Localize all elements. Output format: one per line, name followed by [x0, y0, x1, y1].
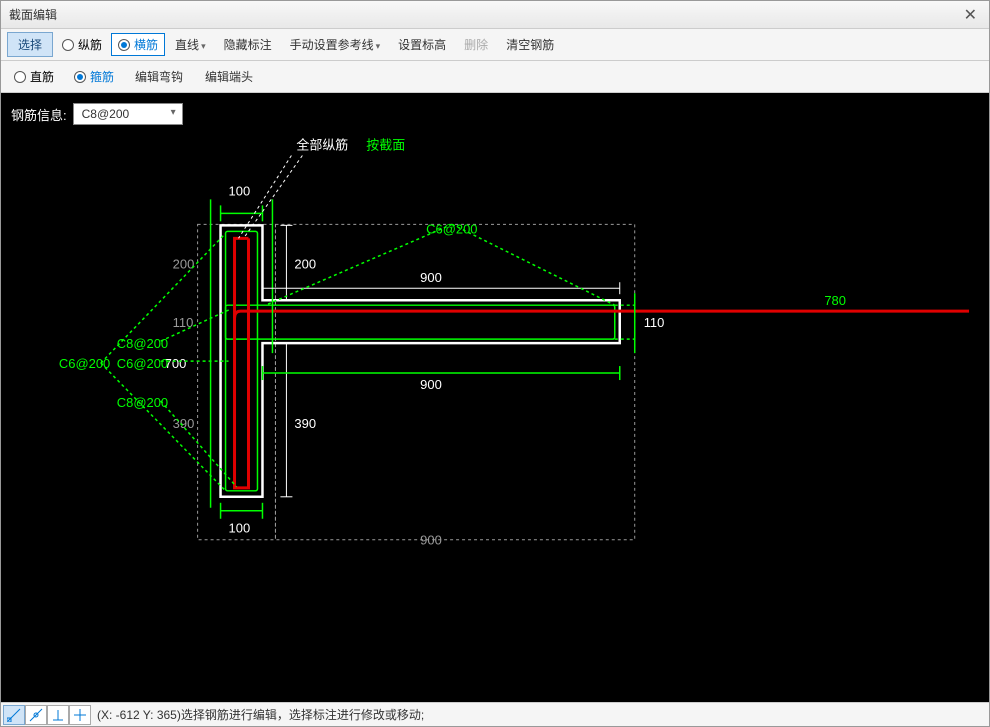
snap-intersection-button[interactable] — [69, 705, 91, 725]
dim-200-grey: 200 — [173, 256, 195, 271]
snap-endpoint-button[interactable] — [3, 705, 25, 725]
rebar-info-bar: 钢筋信息: C8@200 — [11, 103, 183, 125]
code-c8-a: C8@200 — [117, 336, 168, 351]
legend-all: 全部纵筋 — [296, 138, 348, 153]
radio-icon — [14, 71, 26, 83]
dim-top-100: 100 — [229, 183, 251, 198]
radio-icon — [74, 71, 86, 83]
radio-stirrup-label: 箍筋 — [90, 68, 114, 85]
code-c6-top: C6@200 — [426, 221, 477, 236]
toolbar-secondary: 直筋 箍筋 编辑弯钩 编辑端头 — [1, 61, 989, 93]
line-label: 直线 — [175, 38, 199, 52]
toolbar-primary: 选择 纵筋 横筋 直线▾ 隐藏标注 手动设置参考线▾ 设置标高 删除 清空钢筋 — [1, 29, 989, 61]
dim-110-white: 110 — [644, 315, 665, 330]
radio-straight[interactable]: 直筋 — [7, 65, 61, 88]
clear-rebar-button[interactable]: 清空钢筋 — [498, 33, 562, 56]
dim-390-white: 390 — [294, 416, 316, 431]
snap-midpoint-button[interactable] — [25, 705, 47, 725]
status-text: (X: -612 Y: 365)选择钢筋进行编辑，选择标注进行修改或移动; — [97, 706, 424, 723]
radio-longitudinal-label: 纵筋 — [78, 36, 102, 53]
close-button[interactable]: ✕ — [960, 5, 981, 25]
drawing-svg: 100 100 200 390 700 900 — [1, 93, 989, 702]
edit-end-button[interactable]: 编辑端头 — [197, 65, 261, 88]
legend-section: 按截面 — [366, 138, 405, 153]
hide-annotation-button[interactable]: 隐藏标注 — [216, 33, 280, 56]
radio-stirrup[interactable]: 箍筋 — [67, 65, 121, 88]
radio-transverse-label: 横筋 — [134, 36, 158, 53]
snap-perpendicular-button[interactable] — [47, 705, 69, 725]
radio-icon — [62, 39, 74, 51]
rebar-info-select[interactable]: C8@200 — [73, 103, 183, 125]
title-bar: 截面编辑 ✕ — [1, 1, 989, 29]
set-elevation-button[interactable]: 设置标高 — [390, 33, 454, 56]
delete-button: 删除 — [456, 33, 496, 56]
radio-icon — [118, 39, 130, 51]
rebar-info-label: 钢筋信息: — [11, 105, 67, 124]
dim-900-top: 900 — [420, 270, 442, 285]
status-bar: (X: -612 Y: 365)选择钢筋进行编辑，选择标注进行修改或移动; — [1, 702, 989, 726]
dim-780: 780 — [824, 293, 846, 308]
select-button[interactable]: 选择 — [7, 32, 53, 57]
edit-hook-button[interactable]: 编辑弯钩 — [127, 65, 191, 88]
rebar-info-value: C8@200 — [82, 107, 130, 121]
set-reference-button[interactable]: 手动设置参考线▾ — [282, 33, 389, 56]
code-c6-b: C6@200 — [117, 356, 168, 371]
radio-straight-label: 直筋 — [30, 68, 54, 85]
line-button[interactable]: 直线▾ — [167, 33, 214, 56]
dim-200-white: 200 — [294, 256, 316, 271]
window-title: 截面编辑 — [9, 6, 57, 23]
code-c6-left: C6@200 — [59, 356, 110, 371]
chevron-down-icon: ▾ — [201, 41, 206, 51]
dim-390-grey: 390 — [173, 416, 195, 431]
ref-label: 手动设置参考线 — [290, 38, 374, 52]
canvas[interactable]: 钢筋信息: C8@200 100 — [1, 93, 989, 702]
code-c8-b: C8@200 — [117, 395, 168, 410]
radio-longitudinal[interactable]: 纵筋 — [55, 33, 109, 56]
dim-bottom-100: 100 — [229, 521, 251, 536]
chevron-down-icon: ▾ — [376, 41, 381, 51]
dim-900-bot: 900 — [420, 377, 442, 392]
dim-900-grey: 900 — [420, 533, 442, 548]
radio-transverse[interactable]: 横筋 — [111, 33, 165, 56]
